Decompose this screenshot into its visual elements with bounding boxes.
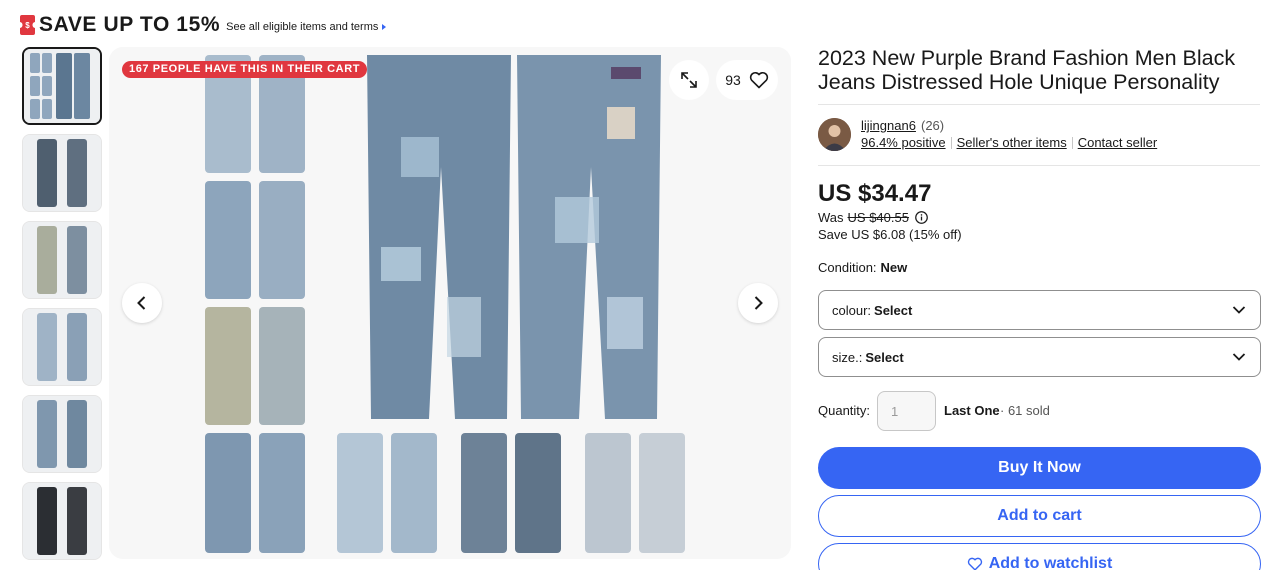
colour-select[interactable]: colour: Select (818, 290, 1261, 330)
sold-count: · 61 sold (1000, 403, 1050, 418)
thumbnail-4[interactable] (22, 308, 102, 386)
expand-image-button[interactable] (669, 60, 709, 100)
seller-feedback-count: (26) (921, 118, 945, 133)
watch-button[interactable]: 93 (716, 60, 778, 100)
watch-count: 93 (725, 72, 741, 88)
coupon-icon: $ (20, 15, 35, 35)
thumbnail-3[interactable] (22, 221, 102, 299)
seller-other-items-link[interactable]: Seller's other items (957, 135, 1067, 150)
thumbnail-image (23, 309, 101, 385)
add-to-watchlist-label: Add to watchlist (988, 555, 1113, 570)
last-one-label: Last One (944, 403, 1000, 418)
listing-title: 2023 New Purple Brand Fashion Men Black … (818, 46, 1236, 94)
separator (1071, 136, 1073, 149)
avatar-image (818, 118, 851, 151)
heart-icon (749, 71, 768, 89)
seller-links: 96.4% positive Seller's other items Cont… (861, 135, 1157, 150)
colour-value: Select (874, 302, 913, 318)
size-value: Select (865, 349, 904, 365)
jeans-collage-image (109, 47, 791, 559)
info-icon[interactable] (915, 211, 928, 224)
seller-name-link[interactable]: lijingnan6 (861, 118, 916, 133)
thumbnail-5[interactable] (22, 395, 102, 473)
was-price-row: Was US $40.55 (818, 210, 928, 225)
colour-label: colour: (832, 302, 872, 318)
chevron-down-icon (1232, 306, 1246, 314)
buy-it-now-label: Buy It Now (998, 459, 1081, 476)
buy-it-now-button[interactable]: Buy It Now (818, 447, 1261, 489)
thumbnail-image (23, 222, 101, 298)
current-price: US $34.47 (818, 180, 932, 207)
chevron-down-icon (1232, 353, 1246, 361)
contact-seller-link[interactable]: Contact seller (1078, 135, 1157, 150)
separator (950, 136, 952, 149)
condition-label: Condition: (818, 260, 877, 275)
main-product-image[interactable] (109, 47, 791, 559)
svg-text:$: $ (25, 21, 30, 30)
cart-count-badge: 167 PEOPLE HAVE THIS IN THEIR CART (122, 61, 368, 78)
thumbnail-1[interactable] (22, 47, 102, 125)
thumbnail-6[interactable] (22, 482, 102, 560)
was-label: Was (818, 210, 844, 225)
chevron-left-icon (137, 296, 146, 310)
promo-headline: SAVE UP TO 15% (39, 13, 221, 36)
thumbnail-image (23, 396, 101, 472)
previous-image-button[interactable] (122, 283, 162, 323)
promo-banner: $ SAVE UP TO 15% See all eligible items … (20, 10, 387, 40)
thumbnail-2[interactable] (22, 134, 102, 212)
thumbnail-image (23, 135, 101, 211)
next-image-button[interactable] (738, 283, 778, 323)
quantity-label: Quantity: (818, 403, 871, 418)
heart-icon (967, 557, 982, 570)
arrow-right-icon (382, 23, 387, 30)
savings-text: Save US $6.08 (15% off) (818, 227, 962, 242)
chevron-right-icon (754, 296, 763, 310)
was-price: US $40.55 (847, 210, 909, 225)
promo-terms-link[interactable]: See all eligible items and terms (226, 20, 387, 33)
thumbnail-image (23, 483, 101, 559)
quantity-input[interactable] (877, 391, 936, 431)
expand-icon (681, 72, 697, 88)
divider (818, 165, 1260, 166)
seller-avatar[interactable] (818, 118, 851, 151)
add-to-cart-label: Add to cart (997, 507, 1082, 524)
thumbnail-strip (22, 47, 102, 569)
add-to-cart-button[interactable]: Add to cart (818, 495, 1261, 537)
seller-positive-link[interactable]: 96.4% positive (861, 135, 946, 150)
thumbnail-image (24, 49, 100, 123)
size-select[interactable]: size.: Select (818, 337, 1261, 377)
divider (818, 104, 1260, 105)
condition-row: Condition: New (818, 260, 907, 275)
promo-terms-text: See all eligible items and terms (226, 20, 379, 33)
add-to-watchlist-button[interactable]: Add to watchlist (818, 543, 1261, 570)
size-label: size.: (832, 349, 863, 365)
condition-value: New (880, 260, 908, 275)
